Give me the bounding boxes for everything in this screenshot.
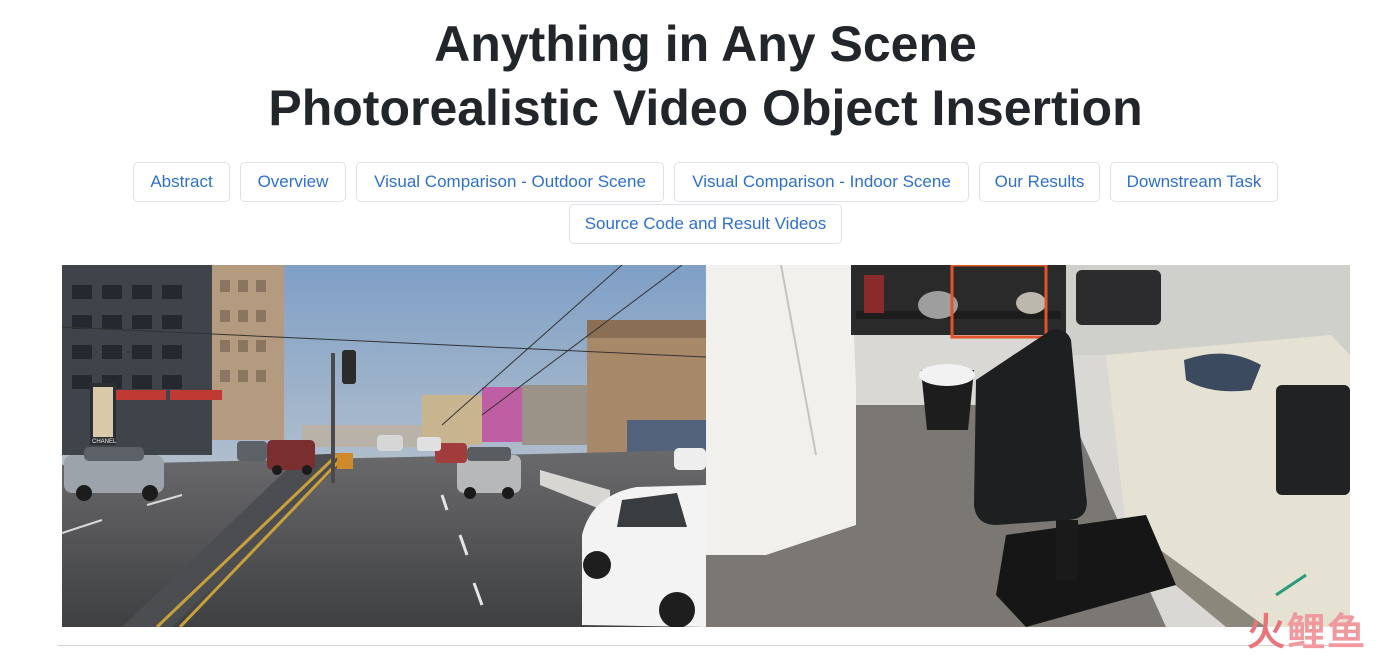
- section-divider: [58, 645, 1344, 646]
- nav-downstream-task-button[interactable]: Downstream Task: [1110, 162, 1278, 202]
- teaser-media: CHANEL: [62, 265, 1350, 627]
- nav-visual-comparison-indoor-button[interactable]: Visual Comparison - Indoor Scene: [674, 162, 969, 202]
- page-title: Anything in Any Scene Photorealistic Vid…: [0, 12, 1389, 140]
- title-line-2: Photorealistic Video Object Insertion: [268, 80, 1143, 136]
- watermark-logo: 火鲤鱼: [1246, 612, 1367, 654]
- nav-source-code-button[interactable]: Source Code and Result Videos: [569, 204, 842, 244]
- outdoor-scene-image: CHANEL: [62, 265, 706, 627]
- nav-visual-comparison-outdoor-button[interactable]: Visual Comparison - Outdoor Scene: [356, 162, 664, 202]
- storefront-sign-text: CHANEL: [92, 439, 117, 445]
- indoor-scene-image: [706, 265, 1350, 627]
- nav-overview-button[interactable]: Overview: [240, 162, 346, 202]
- title-line-1: Anything in Any Scene: [434, 16, 977, 72]
- nav-our-results-button[interactable]: Our Results: [979, 162, 1100, 202]
- nav-abstract-button[interactable]: Abstract: [133, 162, 230, 202]
